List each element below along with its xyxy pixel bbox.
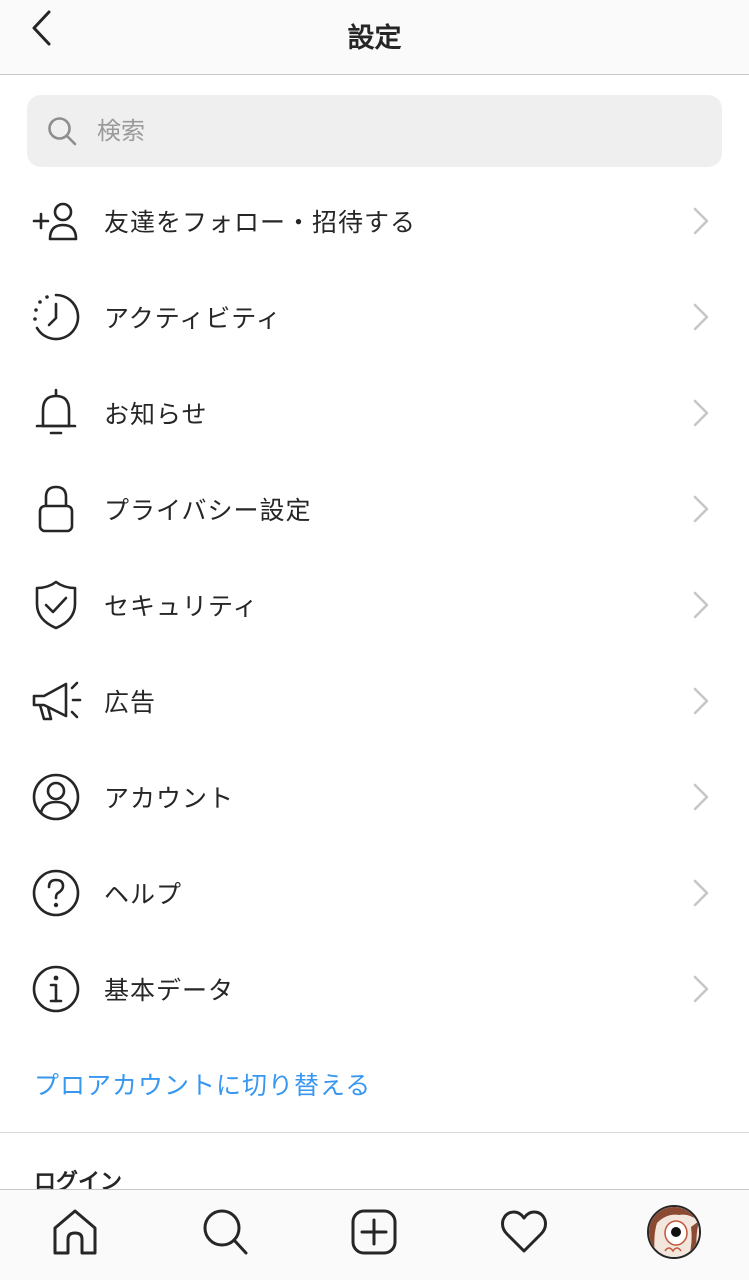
search-bar[interactable]: [27, 95, 722, 167]
menu-item-label: アカウント: [104, 784, 235, 813]
switch-to-pro-account-link[interactable]: プロアカウントに切り替える: [34, 1066, 371, 1102]
chevron-right-icon: [693, 399, 709, 427]
search-icon: [48, 117, 77, 146]
profile-avatar: [647, 1205, 701, 1259]
section-divider: [0, 1132, 749, 1133]
megaphone-icon: [28, 673, 84, 729]
menu-item-help[interactable]: ヘルプ: [0, 845, 749, 941]
chevron-right-icon: [693, 975, 709, 1003]
chevron-right-icon: [693, 879, 709, 907]
bell-icon: [28, 385, 84, 441]
home-icon: [53, 1209, 97, 1255]
tab-home[interactable]: [45, 1202, 105, 1262]
tab-search[interactable]: [195, 1202, 255, 1262]
menu-item-account[interactable]: アカウント: [0, 749, 749, 845]
search-icon: [203, 1209, 248, 1255]
search-input[interactable]: [95, 116, 659, 146]
chevron-right-icon: [693, 591, 709, 619]
help-icon: [28, 865, 84, 921]
chevron-right-icon: [693, 783, 709, 811]
menu-item-label: お知らせ: [104, 400, 208, 429]
menu-item-label: 広告: [104, 688, 157, 717]
menu-item-label: 基本データ: [104, 976, 235, 1005]
menu-item-privacy[interactable]: プライバシー設定: [0, 461, 749, 557]
menu-item-label: アクティビティ: [104, 304, 282, 333]
tab-profile[interactable]: [644, 1202, 704, 1262]
chevron-right-icon: [693, 495, 709, 523]
add-person-icon: [28, 193, 84, 249]
new-post-icon: [351, 1209, 397, 1255]
shield-check-icon: [28, 577, 84, 633]
menu-item-label: セキュリティ: [104, 592, 259, 621]
menu-item-security[interactable]: セキュリティ: [0, 557, 749, 653]
chevron-right-icon: [693, 207, 709, 235]
tab-new-post[interactable]: [344, 1202, 404, 1262]
account-circle-icon: [28, 769, 84, 825]
menu-item-label: ヘルプ: [104, 880, 183, 909]
chevron-right-icon: [693, 303, 709, 331]
tab-activity[interactable]: [494, 1202, 554, 1262]
menu-item-about[interactable]: 基本データ: [0, 941, 749, 1037]
heart-icon: [501, 1210, 547, 1253]
menu-item-ads[interactable]: 広告: [0, 653, 749, 749]
menu-item-follow-invite[interactable]: 友達をフォロー・招待する: [0, 173, 749, 269]
menu-item-notifications[interactable]: お知らせ: [0, 365, 749, 461]
lock-icon: [28, 481, 84, 537]
header: 設定: [0, 0, 749, 75]
menu-item-label: プライバシー設定: [104, 496, 312, 525]
menu-item-activity[interactable]: アクティビティ: [0, 269, 749, 365]
info-icon: [28, 961, 84, 1017]
bottom-tab-bar: [0, 1189, 749, 1280]
settings-menu: 友達をフォロー・招待する アクティビティ お知らせ プライバシー設定 セキュリテ…: [0, 173, 749, 1037]
menu-item-label: 友達をフォロー・招待する: [104, 208, 417, 237]
activity-clock-icon: [28, 289, 84, 345]
login-section-heading: ログイン: [34, 1170, 123, 1190]
chevron-right-icon: [693, 687, 709, 715]
page-title: 設定: [347, 23, 402, 54]
